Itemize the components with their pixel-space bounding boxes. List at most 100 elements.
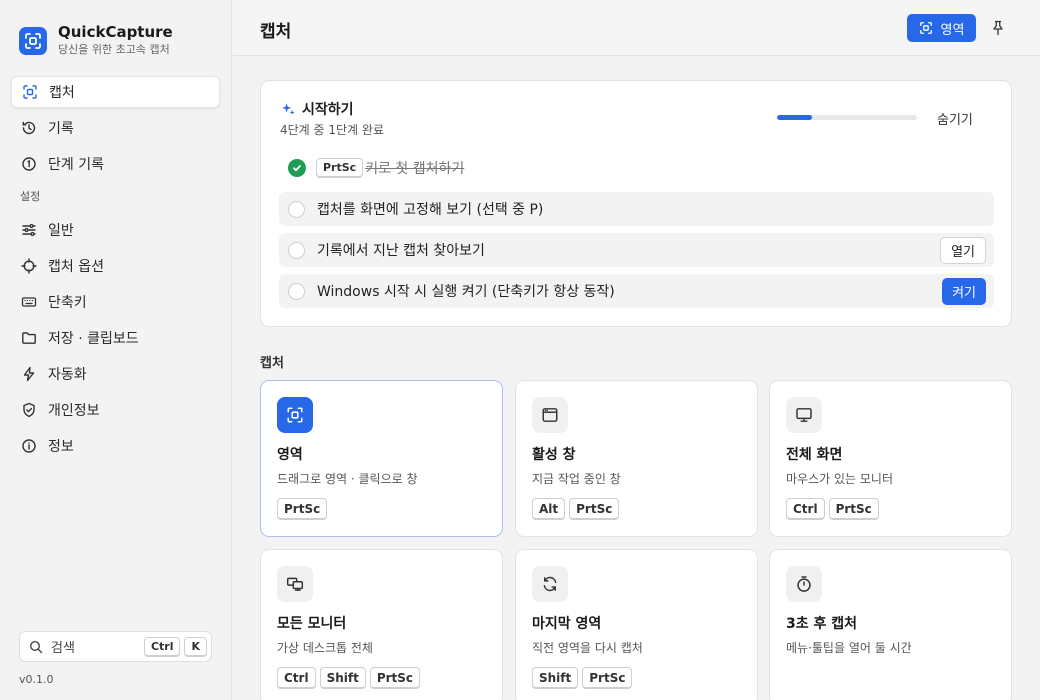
progress-bar	[777, 115, 917, 120]
region-button-label: 영역	[940, 22, 965, 38]
capture-mode-fullscreen[interactable]: 전체 화면 마우스가 있는 모니터 Ctrl PrtSc	[769, 380, 1012, 537]
main-content: 캡처 영역 시작하기 4단계 중 1단계 완료 숨기기 PrtSc 키로 첫 캡…	[233, 0, 1040, 700]
sidebar-item-general[interactable]: 일반	[11, 214, 220, 246]
step-label: Windows 시작 시 실행 켜기 (단축키가 항상 동작)	[317, 284, 615, 300]
tile-title: 3초 후 캡처	[786, 616, 858, 632]
refresh-icon	[532, 566, 568, 602]
tile-title: 활성 창	[532, 447, 576, 463]
sidebar-item-about[interactable]: 정보	[11, 430, 220, 462]
region-icon	[277, 397, 313, 433]
tile-description: 가상 데스크톱 전체	[277, 641, 373, 655]
sidebar-item-label: 캡처	[49, 85, 75, 101]
sidebar-item-automation[interactable]: 자동화	[11, 358, 220, 390]
shield-icon	[21, 402, 37, 418]
header: 캡처 영역	[233, 0, 1040, 56]
shortcut-key: PrtSc	[369, 667, 421, 689]
getting-started-title-text: 시작하기	[302, 102, 354, 118]
shortcut-key: PrtSc	[316, 158, 364, 178]
capture-mode-region[interactable]: 영역 드래그로 영역 · 클릭으로 창 PrtSc	[260, 380, 503, 537]
enable-startup-button[interactable]: 켜기	[942, 278, 986, 305]
tile-description: 지금 작업 중인 창	[532, 472, 621, 486]
app-logo-icon	[19, 26, 47, 55]
getting-started-card: 시작하기 4단계 중 1단계 완료 숨기기 PrtSc 키로 첫 캡처하기 캡처…	[260, 80, 1012, 327]
tile-description: 메뉴·툴팁을 열어 둘 시간	[786, 641, 912, 655]
capture-mode-active-window[interactable]: 활성 창 지금 작업 중인 창 Alt PrtSc	[515, 380, 758, 537]
tile-shortcut: Ctrl Shift PrtSc	[277, 667, 424, 689]
tile-description: 직전 영역을 다시 캡처	[532, 641, 643, 655]
settings-section-label: 설정	[20, 190, 41, 203]
sliders-icon	[21, 222, 37, 238]
open-history-button[interactable]: 열기	[940, 237, 986, 264]
tile-title: 영역	[277, 447, 303, 463]
sidebar-item-label: 개인정보	[48, 403, 100, 419]
tile-description: 드래그로 영역 · 클릭으로 창	[277, 472, 418, 486]
shortcut-key: K	[184, 636, 207, 657]
search-button[interactable]: 검색 Ctrl K	[19, 631, 212, 662]
tile-description: 마우스가 있는 모니터	[786, 472, 893, 486]
step-label: 기록에서 지난 캡처 찾아보기	[317, 243, 485, 259]
capture-mode-last-region[interactable]: 마지막 영역 직전 영역을 다시 캡처 Shift PrtSc	[515, 549, 758, 700]
sidebar-item-capture-options[interactable]: 캡처 옵션	[11, 250, 220, 282]
shortcut-key: Shift	[319, 667, 366, 689]
sidebar-item-label: 자동화	[48, 367, 87, 383]
shortcut-key: Alt	[532, 498, 566, 520]
timer-icon	[786, 566, 822, 602]
bolt-icon	[21, 366, 37, 382]
check-icon	[288, 159, 306, 177]
app-version: v0.1.0	[19, 673, 54, 686]
progress-fill	[777, 115, 812, 120]
sidebar-item-label: 저장 · 클립보드	[48, 331, 139, 347]
pin-icon[interactable]	[989, 18, 1007, 38]
step-circle-icon	[288, 282, 305, 300]
tile-shortcut: PrtSc	[277, 498, 331, 520]
tile-title: 마지막 영역	[532, 616, 602, 632]
tile-title: 모든 모니터	[277, 616, 347, 632]
capture-mode-delayed[interactable]: 3초 후 캡처 메뉴·툴팁을 열어 둘 시간	[769, 549, 1012, 700]
region-icon	[919, 21, 933, 35]
crosshair-icon	[21, 258, 37, 274]
getting-started-title: 시작하기	[281, 99, 354, 119]
info-icon	[21, 438, 37, 454]
step-item: PrtSc 키로 첫 캡처하기	[279, 151, 994, 185]
keyboard-icon	[21, 294, 37, 310]
shortcut-key: PrtSc	[277, 498, 328, 520]
sidebar-item-label: 정보	[48, 439, 74, 455]
sparkle-icon	[281, 102, 296, 117]
sidebar-item-privacy[interactable]: 개인정보	[11, 394, 220, 426]
getting-started-subtitle: 4단계 중 1단계 완료	[280, 123, 384, 137]
step-label: 캡처를 화면에 고정해 보기 (선택 중 P)	[317, 202, 544, 218]
tile-shortcut: Alt PrtSc	[532, 498, 623, 520]
tile-shortcut: Shift PrtSc	[532, 667, 636, 689]
sidebar-item-label: 캡처 옵션	[48, 259, 104, 275]
shortcut-key: PrtSc	[582, 667, 633, 689]
capture-section-label: 캡처	[260, 356, 284, 371]
sidebar-item-label: 일반	[48, 223, 74, 239]
capture-mode-all-monitors[interactable]: 모든 모니터 가상 데스크톱 전체 Ctrl Shift PrtSc	[260, 549, 503, 700]
sidebar: QuickCapture 당신을 위한 초고속 캡처 캡처 기록 단계 기록 설…	[0, 0, 232, 700]
brand: QuickCapture 당신을 위한 초고속 캡처	[19, 24, 173, 57]
tile-title: 전체 화면	[786, 447, 843, 463]
sidebar-item-capture[interactable]: 캡처	[11, 76, 220, 108]
monitor-icon	[786, 397, 822, 433]
step-item[interactable]: Windows 시작 시 실행 켜기 (단축키가 항상 동작) 켜기	[279, 274, 994, 308]
step-item[interactable]: 캡처를 화면에 고정해 보기 (선택 중 P)	[279, 192, 994, 226]
step-circle-icon	[288, 200, 305, 218]
step-circle-icon	[288, 241, 305, 259]
sidebar-item-history[interactable]: 기록	[11, 112, 220, 144]
shortcut-key: Ctrl	[277, 667, 316, 689]
region-capture-button[interactable]: 영역	[907, 14, 976, 42]
step-label: 키로 첫 캡처하기	[365, 161, 465, 177]
search-label: 검색	[51, 641, 75, 656]
search-icon	[29, 640, 43, 654]
app-tagline: 당신을 위한 초고속 캡처	[58, 43, 170, 56]
folder-icon	[21, 330, 37, 346]
sidebar-item-label: 단축키	[48, 295, 87, 311]
sidebar-item-save-clipboard[interactable]: 저장 · 클립보드	[11, 322, 220, 354]
sidebar-item-shortcuts[interactable]: 단축키	[11, 286, 220, 318]
step-item[interactable]: 기록에서 지난 캡처 찾아보기 열기	[279, 233, 994, 267]
capture-icon	[22, 84, 38, 100]
hide-button[interactable]: 숨기기	[937, 109, 973, 128]
shortcut-key: Ctrl	[143, 636, 181, 657]
sidebar-item-step-record[interactable]: 단계 기록	[11, 148, 220, 180]
history-icon	[21, 120, 37, 136]
